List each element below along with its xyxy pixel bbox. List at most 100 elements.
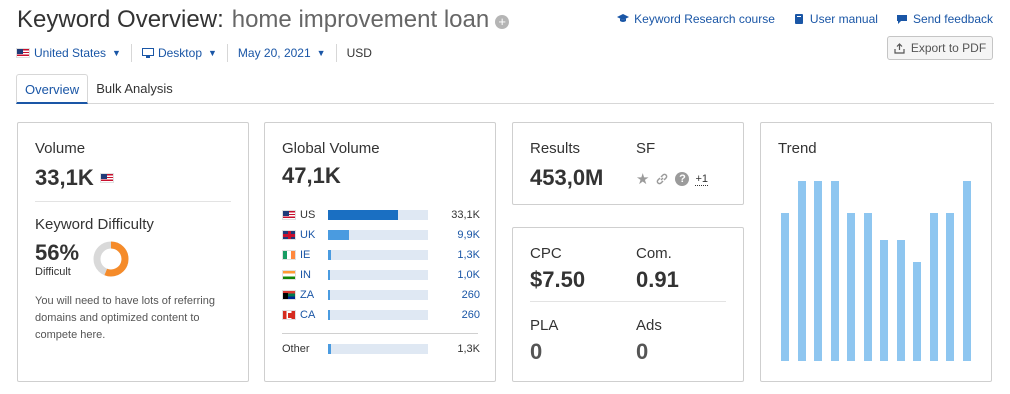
country-code: ZA	[300, 289, 315, 301]
country-volume: 260	[461, 309, 480, 321]
country-code: CA	[300, 309, 316, 321]
keyword-text: home improvement loan	[231, 6, 490, 33]
country-row-ie[interactable]: IE 1,3K	[282, 248, 480, 262]
country-row-uk[interactable]: UK 9,9K	[282, 228, 480, 242]
device-dropdown[interactable]: Desktop ▼	[132, 44, 228, 62]
graduation-cap-icon	[617, 14, 630, 22]
country-volume: 260	[461, 289, 480, 301]
global-volume-card: Global Volume 47,1K US 33,1K UK 9,9K IE …	[264, 122, 496, 382]
us-flag-icon	[16, 48, 30, 58]
volume-card: Volume 33,1K Keyword Difficulty 56% Diff…	[17, 122, 249, 382]
country-label: United States	[34, 46, 107, 60]
star-icon[interactable]: ★	[636, 170, 649, 188]
results-card: Results 453,0M SF ★ ? +1	[512, 122, 744, 205]
user-manual-label: User manual	[809, 12, 878, 26]
ads-value: 0	[636, 339, 649, 364]
ads-label: Ads	[636, 317, 662, 334]
trend-bar[interactable]	[797, 181, 806, 361]
book-icon	[794, 14, 803, 24]
country-volume: 9,9K	[457, 229, 480, 241]
chevron-down-icon: ▼	[112, 48, 121, 58]
share-bar	[328, 210, 428, 220]
trend-bar[interactable]	[847, 213, 855, 361]
country-row-in[interactable]: IN 1,0K	[282, 268, 480, 282]
trend-card: Trend	[760, 122, 992, 382]
difficulty-percent: 56%	[35, 240, 80, 265]
za-flag-icon	[282, 290, 296, 300]
country-dropdown[interactable]: United States ▼	[16, 44, 132, 62]
difficulty-description: You will need to have lots of referring …	[35, 295, 215, 341]
share-fill	[328, 290, 330, 300]
share-bar	[328, 270, 428, 280]
trend-bar[interactable]	[863, 213, 872, 361]
share-fill	[328, 210, 398, 220]
country-row-other: Other 1,3K	[282, 342, 480, 356]
trend-bar[interactable]	[962, 181, 971, 361]
trend-bar[interactable]	[946, 213, 954, 361]
cpc-label: CPC	[530, 245, 562, 262]
cpc-card: CPC $7.50 Com. 0.91 PLA 0 Ads 0	[512, 227, 744, 382]
tab-bar: Overview Bulk Analysis	[16, 74, 994, 104]
country-volume: 33,1K	[451, 209, 480, 221]
trend-label: Trend	[778, 140, 817, 157]
divider	[530, 301, 726, 302]
keyword-research-course-label: Keyword Research course	[634, 12, 775, 26]
country-code: UK	[300, 229, 316, 241]
global-volume-value: 47,1K	[282, 163, 341, 188]
pla-value: 0	[530, 339, 543, 364]
country-row-ca[interactable]: CA 260	[282, 308, 480, 322]
trend-bar[interactable]	[880, 240, 888, 361]
divider	[35, 201, 231, 202]
chevron-down-icon: ▼	[208, 48, 217, 58]
country-code: US	[300, 209, 316, 221]
share-fill	[328, 270, 330, 280]
date-dropdown[interactable]: May 20, 2021 ▼	[228, 44, 337, 62]
country-code: IN	[300, 269, 311, 281]
com-value: 0.91	[636, 267, 679, 292]
share-bar	[328, 344, 428, 354]
send-feedback-link[interactable]: Send feedback	[896, 12, 993, 26]
in-flag-icon	[282, 270, 296, 280]
trend-bar[interactable]	[896, 240, 905, 361]
date-label: May 20, 2021	[237, 46, 311, 60]
sf-label: SF	[636, 140, 656, 157]
share-fill	[328, 310, 330, 320]
chevron-down-icon: ▼	[316, 48, 326, 58]
tab-overview[interactable]: Overview	[16, 74, 89, 104]
tab-bulk-analysis[interactable]: Bulk Analysis	[88, 74, 181, 104]
pla-label: PLA	[530, 317, 559, 334]
filter-bar: United States ▼ Desktop ▼ May 20, 2021 ▼…	[16, 44, 382, 62]
difficulty-level: Difficult	[35, 266, 71, 278]
trend-bar[interactable]	[913, 262, 921, 361]
country-volume: 1,3K	[457, 249, 480, 261]
currency-label: USD	[346, 46, 372, 60]
keyword-difficulty-label: Keyword Difficulty	[35, 216, 154, 233]
trend-bar[interactable]	[830, 181, 839, 361]
share-bar	[328, 250, 428, 260]
question-icon[interactable]: ?	[675, 172, 690, 186]
volume-label: Volume	[35, 140, 86, 157]
keyword-research-course-link[interactable]: Keyword Research course	[617, 12, 775, 26]
results-label: Results	[530, 140, 581, 157]
export-pdf-label: Export to PDF	[910, 41, 987, 55]
device-label: Desktop	[157, 46, 202, 60]
more-features-link[interactable]: +1	[695, 173, 708, 186]
difficulty-donut	[93, 241, 129, 277]
other-label: Other	[282, 343, 310, 355]
title-label: Keyword Overview:	[17, 6, 224, 33]
add-icon[interactable]: +	[495, 15, 510, 29]
country-volume: 1,0K	[457, 269, 480, 281]
user-manual-link[interactable]: User manual	[793, 12, 878, 26]
export-pdf-button[interactable]: Export to PDF	[887, 36, 993, 60]
link-icon[interactable]	[655, 172, 669, 186]
trend-bar[interactable]	[929, 213, 938, 361]
us-flag-icon	[99, 173, 114, 183]
trend-bar[interactable]	[781, 213, 789, 361]
trend-bar[interactable]	[814, 181, 822, 361]
volume-value: 33,1K	[35, 165, 94, 190]
share-fill	[328, 250, 331, 260]
country-row-za[interactable]: ZA 260	[282, 288, 480, 302]
country-row-us[interactable]: US 33,1K	[282, 208, 480, 222]
page-title: Keyword Overview: home improvement loan …	[17, 6, 510, 34]
share-fill	[328, 230, 349, 240]
